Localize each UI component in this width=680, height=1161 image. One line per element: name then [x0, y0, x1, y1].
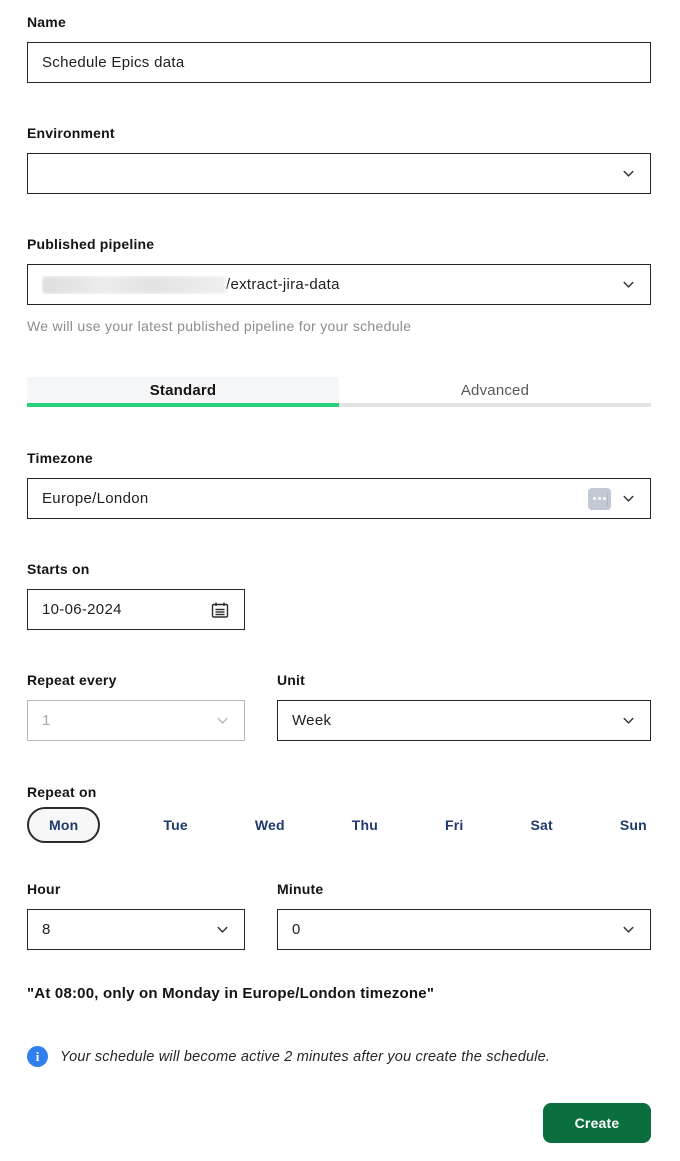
- unit-value: Week: [292, 712, 332, 729]
- repeat-every-label: Repeat every: [27, 672, 117, 688]
- hour-label: Hour: [27, 881, 61, 897]
- info-note-text: Your schedule will become active 2 minut…: [60, 1048, 551, 1065]
- published-pipeline-value: /extract-jira-data: [42, 275, 621, 294]
- create-button[interactable]: Create: [543, 1103, 651, 1143]
- starts-on-date-input[interactable]: 10-06-2024: [27, 589, 245, 630]
- minute-value: 0: [292, 921, 301, 938]
- field-minute: Minute 0: [277, 881, 651, 950]
- tab-standard-label: Standard: [149, 381, 217, 399]
- calendar-icon[interactable]: [210, 600, 230, 620]
- timezone-value: Europe/London: [42, 490, 149, 507]
- field-hour: Hour 8: [27, 881, 245, 950]
- chevron-down-icon: [623, 717, 634, 724]
- day-button-mon[interactable]: Mon: [27, 806, 101, 843]
- chevron-down-icon: [217, 717, 228, 724]
- published-pipeline-select[interactable]: /extract-jira-data: [27, 264, 651, 305]
- day-button-row: Mon Tue Wed Thu Fri Sat Sun: [27, 806, 651, 843]
- schedule-form: Name Schedule Epics data Environment Pub…: [0, 0, 680, 1143]
- field-starts-on: Starts on 10-06-2024: [27, 561, 651, 630]
- timezone-label: Timezone: [27, 450, 93, 466]
- tab-advanced-label: Advanced: [460, 381, 530, 399]
- name-label: Name: [27, 14, 66, 30]
- timezone-select[interactable]: Europe/London: [27, 478, 651, 519]
- form-footer: Create: [27, 1103, 651, 1143]
- pipeline-project-redacted: [42, 275, 226, 294]
- chevron-down-icon: [623, 926, 634, 933]
- starts-on-label: Starts on: [27, 561, 90, 577]
- field-repeat-on: Repeat on Mon Tue Wed Thu Fri Sat Sun: [27, 784, 651, 843]
- repeat-row: Repeat every 1 Unit Week: [27, 672, 651, 741]
- info-icon: i: [27, 1046, 48, 1067]
- published-pipeline-helper: We will use your latest published pipeli…: [27, 318, 412, 334]
- day-button-sun[interactable]: Sun: [616, 817, 651, 833]
- starts-on-value: 10-06-2024: [42, 601, 122, 618]
- day-button-wed[interactable]: Wed: [251, 817, 289, 833]
- hour-select[interactable]: 8: [27, 909, 245, 950]
- day-button-sat[interactable]: Sat: [527, 817, 557, 833]
- unit-label: Unit: [277, 672, 306, 688]
- pipeline-name: /extract-jira-data: [226, 276, 340, 293]
- schedule-mode-tabs: Standard Advanced: [27, 377, 651, 407]
- day-button-fri[interactable]: Fri: [441, 817, 468, 833]
- chevron-down-icon: [217, 926, 228, 933]
- minute-select[interactable]: 0: [277, 909, 651, 950]
- repeat-on-label: Repeat on: [27, 784, 97, 800]
- minute-label: Minute: [277, 881, 324, 897]
- hour-value: 8: [42, 921, 51, 938]
- ellipsis-tag-icon: [588, 487, 611, 510]
- tab-advanced[interactable]: Advanced: [339, 377, 651, 407]
- field-environment: Environment: [27, 125, 651, 194]
- field-published-pipeline: Published pipeline /extract-jira-data We…: [27, 236, 651, 334]
- field-name: Name Schedule Epics data: [27, 14, 651, 83]
- repeat-every-select: 1: [27, 700, 245, 741]
- time-row: Hour 8 Minute 0: [27, 881, 651, 950]
- field-timezone: Timezone Europe/London: [27, 450, 651, 519]
- environment-label: Environment: [27, 125, 115, 141]
- chevron-down-icon: [623, 281, 634, 288]
- field-unit: Unit Week: [277, 672, 651, 741]
- field-repeat-every: Repeat every 1: [27, 672, 245, 741]
- environment-select[interactable]: [27, 153, 651, 194]
- unit-select[interactable]: Week: [277, 700, 651, 741]
- day-button-tue[interactable]: Tue: [159, 817, 191, 833]
- day-button-thu[interactable]: Thu: [348, 817, 382, 833]
- chevron-down-icon: [623, 170, 634, 177]
- published-pipeline-label: Published pipeline: [27, 236, 155, 252]
- name-input[interactable]: Schedule Epics data: [27, 42, 651, 83]
- tab-standard[interactable]: Standard: [27, 377, 339, 407]
- chevron-down-icon: [623, 495, 634, 502]
- name-input-value: Schedule Epics data: [42, 54, 185, 71]
- schedule-summary-text: "At 08:00, only on Monday in Europe/Lond…: [27, 985, 435, 1002]
- info-note-row: i Your schedule will become active 2 min…: [27, 1046, 651, 1067]
- repeat-every-value: 1: [42, 712, 51, 729]
